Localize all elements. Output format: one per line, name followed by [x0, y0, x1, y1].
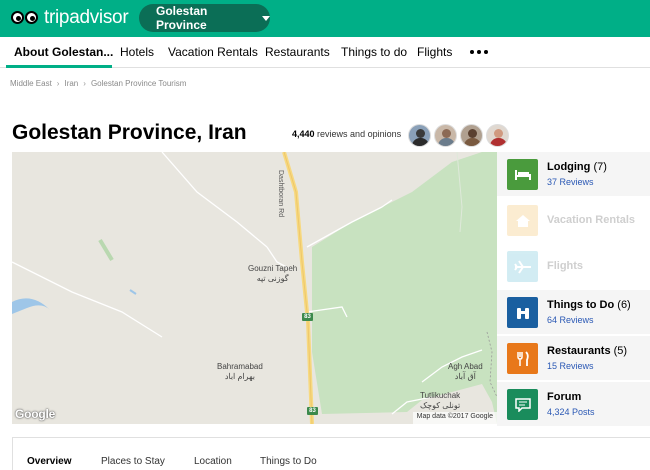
category-lodging[interactable]: Lodging (7) 37 Reviews: [497, 152, 650, 197]
map-attribution[interactable]: Map data ©2017 Google: [412, 412, 497, 424]
category-reviews-link[interactable]: 15 Reviews: [547, 361, 594, 371]
category-restaurants[interactable]: Restaurants (5) 15 Reviews: [497, 336, 650, 381]
nav-tab-about[interactable]: About Golestan...: [14, 45, 113, 59]
map-canvas: [12, 152, 497, 424]
breadcrumb-iran[interactable]: Iran: [64, 79, 78, 88]
nav-tab-vacation-rentals[interactable]: Vacation Rentals: [168, 45, 258, 59]
plane-icon: [507, 251, 538, 282]
road-label: Dashtboran Rd: [277, 170, 284, 218]
reviewer-avatars: [408, 124, 509, 147]
page-title: Golestan Province, Iran: [12, 121, 247, 144]
chat-bubble-icon: [507, 389, 538, 420]
tab-overview[interactable]: Overview: [27, 456, 71, 467]
geo-selector-label: Golestan Province: [156, 4, 208, 32]
logo-text: tripadvisor: [44, 7, 129, 28]
category-reviews-link[interactable]: 64 Reviews: [547, 315, 594, 325]
reviews-summary[interactable]: 4,440 reviews and opinions: [292, 129, 401, 139]
category-flights: Flights: [497, 244, 650, 289]
breadcrumb: Middle East › Iran › Golestan Province T…: [10, 79, 186, 88]
chevron-right-icon: ›: [83, 79, 86, 88]
category-posts-link[interactable]: 4,324 Posts: [547, 407, 595, 417]
google-logo[interactable]: Google: [15, 407, 55, 421]
road-shield: 83: [307, 407, 318, 415]
map[interactable]: Dashtboran Rd Gouzni Tapeh گوزنی تپه Bah…: [12, 152, 497, 424]
bed-icon: [507, 159, 538, 190]
active-tab-underline: [6, 65, 112, 68]
tab-location[interactable]: Location: [194, 456, 232, 467]
geo-selector-button[interactable]: Golestan Province: [139, 4, 270, 32]
binoculars-icon: [507, 297, 538, 328]
fork-knife-icon: [507, 343, 538, 374]
house-icon: [507, 205, 538, 236]
nav-tab-things-to-do[interactable]: Things to do: [341, 45, 407, 59]
category-reviews-link[interactable]: 37 Reviews: [547, 177, 594, 187]
chevron-right-icon: ›: [56, 79, 60, 88]
avatar[interactable]: [486, 124, 509, 147]
caret-down-icon: [262, 15, 270, 21]
nav-bar: About Golestan... Hotels Vacation Rental…: [0, 37, 650, 68]
avatar[interactable]: [460, 124, 483, 147]
category-vacation-rentals: Vacation Rentals: [497, 198, 650, 243]
road-shield: 83: [302, 313, 313, 321]
place-label-tutlikuchak[interactable]: Tutlikuchak تونلی کوچک: [420, 391, 460, 411]
category-things-to-do[interactable]: Things to Do (6) 64 Reviews: [497, 290, 650, 335]
section-tabs: Overview Places to Stay Location Things …: [12, 437, 650, 470]
breadcrumb-middle-east[interactable]: Middle East: [10, 79, 52, 88]
place-label-bahramabad[interactable]: Bahramabad بهرام اباد: [217, 362, 263, 382]
reviews-suffix: reviews and opinions: [317, 129, 402, 139]
tripadvisor-logo[interactable]: tripadvisor: [10, 7, 129, 28]
nav-tab-restaurants[interactable]: Restaurants: [265, 45, 330, 59]
reviews-count: 4,440: [292, 129, 315, 139]
category-list: Lodging (7) 37 Reviews Vacation Rentals …: [497, 152, 650, 427]
tab-things-to-do[interactable]: Things to Do: [260, 456, 317, 467]
category-forum[interactable]: Forum 4,324 Posts: [497, 382, 650, 427]
avatar[interactable]: [408, 124, 431, 147]
place-label-agh-abad[interactable]: Agh Abad آق آباد: [448, 362, 483, 382]
tab-places-to-stay[interactable]: Places to Stay: [101, 456, 165, 467]
owl-logo-icon: [10, 8, 42, 28]
top-header: tripadvisor Golestan Province: [0, 0, 650, 37]
avatar[interactable]: [434, 124, 457, 147]
nav-tab-flights[interactable]: Flights: [417, 45, 452, 59]
breadcrumb-golestan-tourism[interactable]: Golestan Province Tourism: [91, 79, 186, 88]
place-label-gouzni-tapeh[interactable]: Gouzni Tapeh گوزنی تپه: [248, 264, 297, 284]
nav-tab-hotels[interactable]: Hotels: [120, 45, 154, 59]
more-dots-icon[interactable]: [470, 45, 488, 59]
